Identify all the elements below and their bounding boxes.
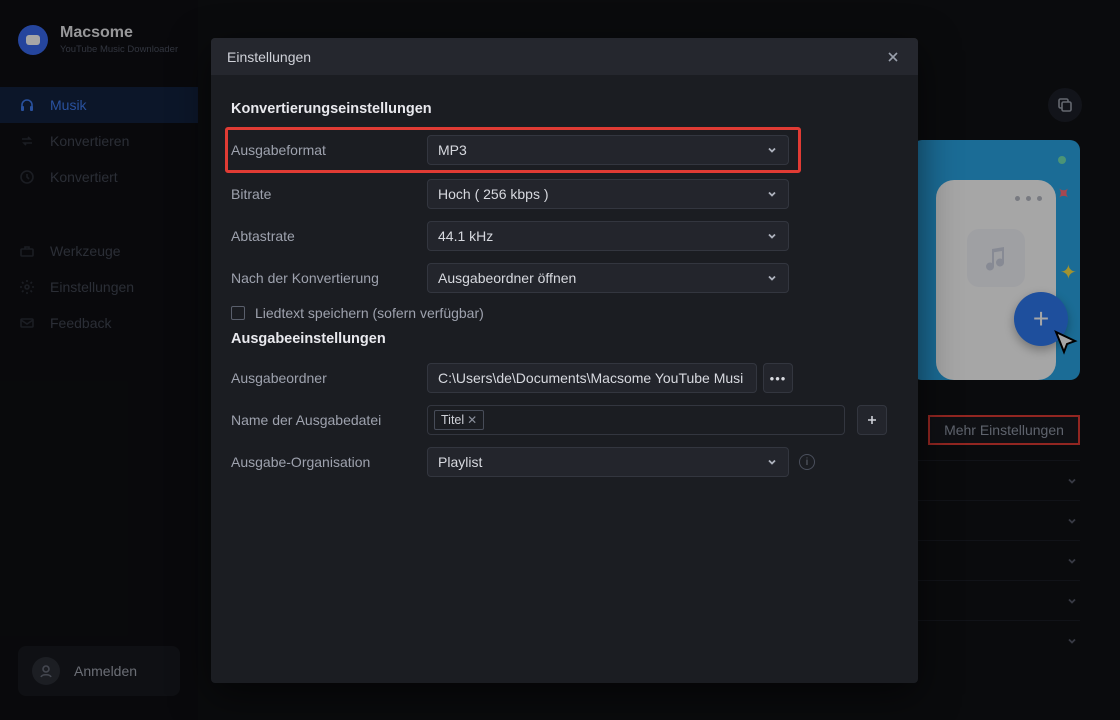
select-value: 44.1 kHz [438,228,493,244]
output-folder-value: C:\Users\de\Documents\Macsome YouTube Mu… [438,370,743,386]
info-icon[interactable]: i [799,454,815,470]
select-value: MP3 [438,142,467,158]
select-organization[interactable]: Playlist [427,447,789,477]
select-output-format[interactable]: MP3 [427,135,789,165]
field-organization: Ausgabe-Organisation Playlist i [231,447,898,477]
field-label: Nach der Konvertierung [231,270,427,286]
file-name-tag: Titel ✕ [434,410,484,430]
output-folder-input[interactable]: C:\Users\de\Documents\Macsome YouTube Mu… [427,363,757,393]
field-after-convert: Nach der Konvertierung Ausgabeordner öff… [231,263,898,293]
app-shell: Macsome YouTube Music Downloader Musik K… [0,0,1120,720]
select-value: Playlist [438,454,482,470]
field-file-name: Name der Ausgabedatei Titel ✕ [231,405,898,435]
modal-header: Einstellungen [211,38,918,75]
field-label: Abtastrate [231,228,427,244]
field-output-folder: Ausgabeordner C:\Users\de\Documents\Macs… [231,363,898,393]
field-bitrate: Bitrate Hoch ( 256 kbps ) [231,179,898,209]
file-name-input[interactable]: Titel ✕ [427,405,845,435]
modal-title: Einstellungen [227,49,311,65]
checkbox-save-lyrics[interactable]: Liedtext speichern (sofern verfügbar) [231,305,898,321]
close-icon[interactable] [884,48,902,66]
field-sample-rate: Abtastrate 44.1 kHz [231,221,898,251]
select-value: Ausgabeordner öffnen [438,270,576,286]
checkbox-label: Liedtext speichern (sofern verfügbar) [255,305,484,321]
add-tag-button[interactable] [857,405,887,435]
select-after-convert[interactable]: Ausgabeordner öffnen [427,263,789,293]
remove-tag-icon[interactable]: ✕ [465,413,479,427]
chevron-down-icon [766,144,778,156]
field-output-format: Ausgabeformat MP3 [231,133,898,167]
section-conversion-title: Konvertierungseinstellungen [231,101,898,117]
chevron-down-icon [766,272,778,284]
section-output-title: Ausgabeeinstellungen [231,331,898,347]
field-label: Ausgabeformat [231,142,427,158]
select-sample-rate[interactable]: 44.1 kHz [427,221,789,251]
select-bitrate[interactable]: Hoch ( 256 kbps ) [427,179,789,209]
chevron-down-icon [766,456,778,468]
browse-button[interactable]: ••• [763,363,793,393]
checkbox-icon [231,306,245,320]
select-value: Hoch ( 256 kbps ) [438,186,549,202]
field-label: Bitrate [231,186,427,202]
chevron-down-icon [766,230,778,242]
field-label: Ausgabe-Organisation [231,454,427,470]
chevron-down-icon [766,188,778,200]
field-label: Name der Ausgabedatei [231,412,427,428]
modal-body: Konvertierungseinstellungen Ausgabeforma… [211,75,918,505]
settings-modal: Einstellungen Konvertierungseinstellunge… [211,38,918,683]
field-label: Ausgabeordner [231,370,427,386]
